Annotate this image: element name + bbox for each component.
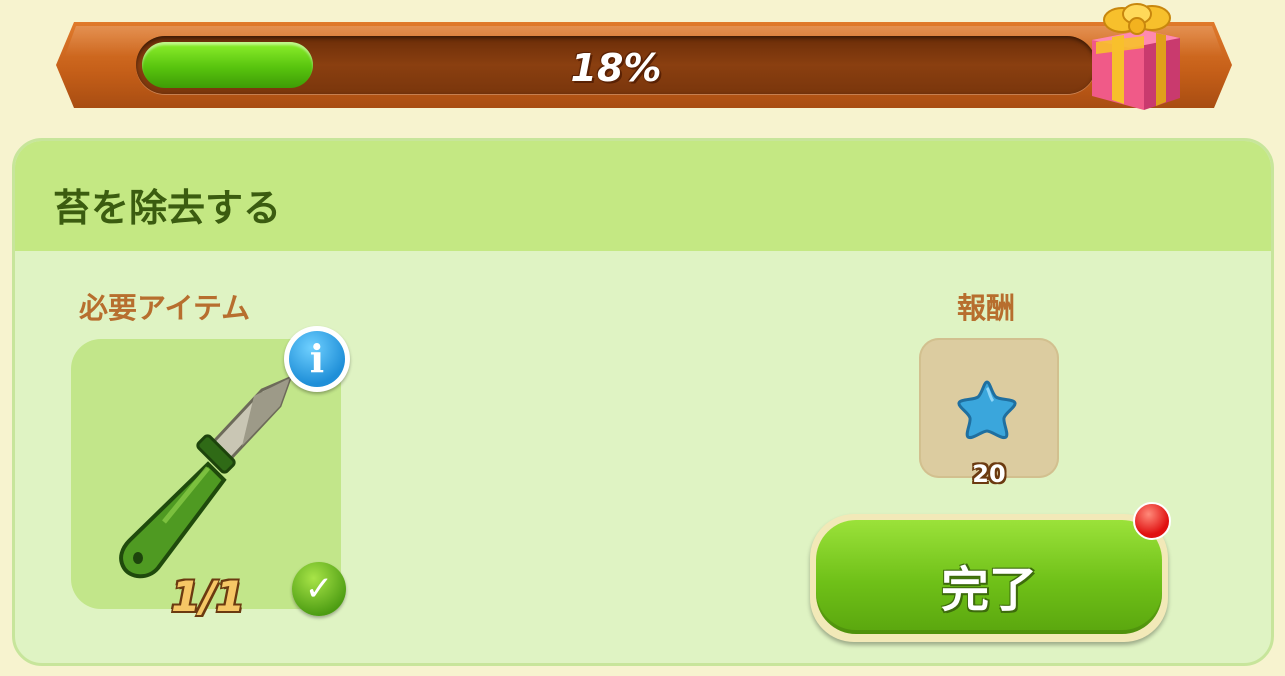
progress-percent-label: 18%: [570, 46, 662, 90]
task-header: 苔を除去する: [15, 141, 1271, 251]
notification-dot: [1133, 502, 1171, 540]
reward-label: 報酬: [957, 291, 1016, 325]
progress-bar: 18%: [136, 36, 1096, 94]
checkmark-icon: ✓: [292, 562, 346, 616]
gift-box-icon[interactable]: [1082, 0, 1190, 114]
reward-amount: 20: [972, 460, 1006, 488]
knife-icon: [119, 375, 293, 579]
blue-star-icon: [957, 380, 1017, 440]
complete-button-label: 完了: [940, 564, 1037, 617]
item-count: 1/1: [171, 572, 245, 621]
complete-button[interactable]: 完了: [810, 514, 1168, 642]
required-items-label: 必要アイテム: [79, 291, 251, 325]
task-title: 苔を除去する: [53, 186, 282, 230]
item-info-button[interactable]: i: [284, 326, 350, 392]
info-icon: i: [289, 331, 345, 387]
